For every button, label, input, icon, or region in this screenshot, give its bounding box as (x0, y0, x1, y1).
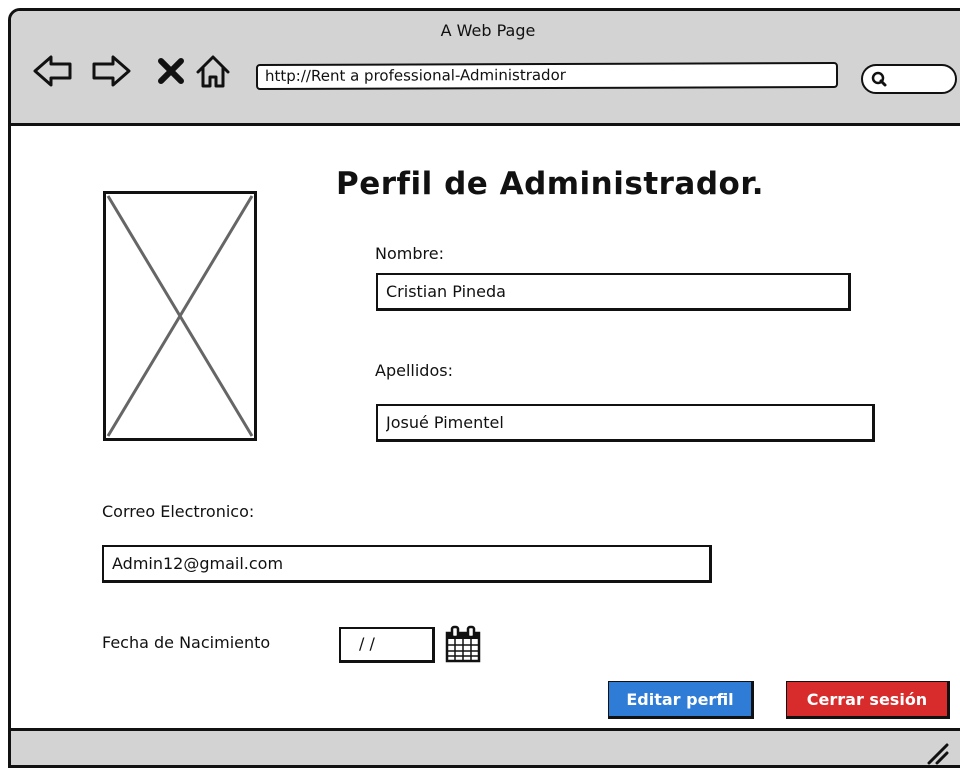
fecha-date-input[interactable]: / / (339, 627, 435, 663)
search-box[interactable] (861, 64, 957, 94)
window-title: A Web Page (440, 21, 536, 40)
correo-label: Correo Electronico: (102, 502, 255, 521)
edit-profile-button[interactable]: Editar perfil (608, 681, 754, 719)
back-arrow-icon[interactable] (31, 49, 75, 93)
logout-button[interactable]: Cerrar sesión (786, 681, 950, 719)
page-title: Perfil de Administrador. (336, 166, 764, 202)
apellidos-input[interactable] (376, 404, 875, 442)
forward-arrow-icon[interactable] (89, 49, 133, 93)
url-bar[interactable]: http://Rent a professional-Administrador (255, 61, 839, 91)
search-icon (871, 71, 887, 87)
nombre-input[interactable] (376, 273, 851, 311)
close-x-icon[interactable] (149, 49, 193, 93)
resize-grip-icon[interactable] (925, 741, 949, 765)
fecha-label: Fecha de Nacimiento (102, 633, 271, 652)
browser-toolbar: A Web Page http://Rent a professional-Ad… (11, 11, 960, 126)
home-icon[interactable] (191, 49, 235, 93)
calendar-icon[interactable] (445, 625, 481, 663)
correo-input[interactable] (102, 545, 712, 583)
apellidos-label: Apellidos: (375, 361, 453, 380)
image-placeholder (103, 191, 257, 441)
nombre-label: Nombre: (375, 244, 444, 263)
browser-window: A Web Page http://Rent a professional-Ad… (8, 8, 960, 768)
status-bar (11, 728, 960, 765)
